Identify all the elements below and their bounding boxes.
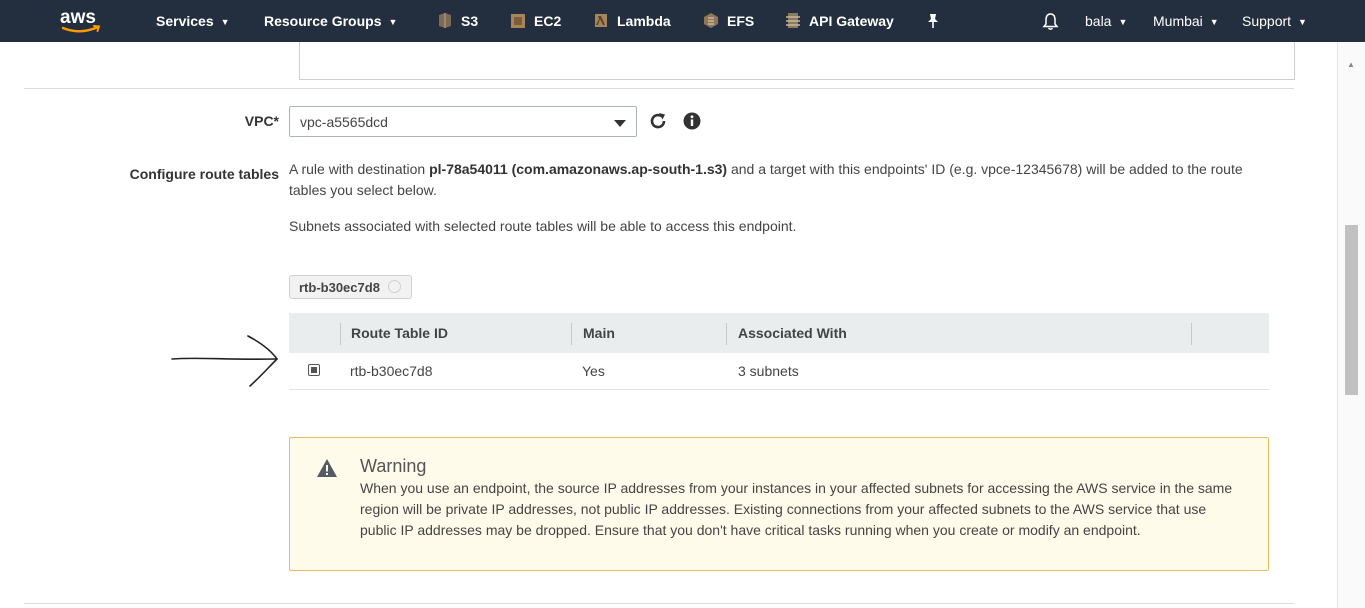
warning-title: Warning (360, 456, 427, 476)
hand-drawn-arrow-annotation (171, 335, 279, 387)
services-label: Services (156, 13, 214, 29)
shortcut-efs[interactable]: EFS (703, 0, 754, 42)
column-header-associated-with[interactable]: Associated With (738, 313, 847, 353)
table-row[interactable]: rtb-b30ec7d8 Yes 3 subnets (289, 353, 1269, 390)
warning-icon (317, 459, 337, 477)
column-header-main[interactable]: Main (583, 313, 615, 353)
subnet-note: Subnets associated with selected route t… (289, 218, 797, 234)
user-name: bala (1085, 13, 1112, 29)
table-header: Route Table ID Main Associated With (289, 313, 1269, 353)
chevron-down-icon: ▼ (1298, 17, 1307, 27)
pin-icon[interactable] (926, 13, 940, 29)
shortcut-label: EC2 (534, 13, 562, 29)
chevron-down-icon: ▼ (220, 17, 230, 27)
chip-label: rtb-b30ec7d8 (299, 280, 380, 295)
support-menu[interactable]: Support ▼ (1242, 0, 1307, 42)
lambda-icon (595, 14, 607, 27)
section-divider (24, 603, 1294, 604)
top-navigation-bar: aws Services ▼ Resource Groups ▼ S3 EC2 La… (0, 0, 1365, 42)
description-prefix: A rule with destination (289, 161, 430, 177)
previous-field-box (299, 42, 1295, 80)
svg-text:aws: aws (60, 7, 96, 28)
section-divider (24, 88, 1294, 89)
selected-route-table-chip: rtb-b30ec7d8 (289, 275, 412, 299)
region-name: Mumbai (1153, 13, 1203, 29)
remove-chip-icon[interactable] (387, 280, 401, 293)
ec2-icon (511, 14, 525, 28)
chevron-down-icon: ▼ (388, 17, 398, 27)
region-menu[interactable]: Mumbai ▼ (1153, 0, 1219, 42)
column-divider (340, 323, 341, 345)
route-rule-description: A rule with destination pl-78a54011 (com… (289, 159, 1249, 201)
aws-logo[interactable]: aws (58, 6, 104, 36)
shortcut-s3[interactable]: S3 (437, 0, 478, 42)
route-table-id-cell: rtb-b30ec7d8 (350, 363, 433, 379)
bell-icon[interactable] (1042, 12, 1059, 31)
s3-icon (439, 13, 451, 28)
vpc-select[interactable]: vpc-a5565dcd (289, 106, 637, 137)
api-gateway-icon (786, 13, 800, 28)
route-tables-label: Configure route tables (129, 166, 279, 182)
column-divider (571, 323, 572, 345)
shortcut-ec2[interactable]: EC2 (510, 0, 561, 42)
shortcut-lambda[interactable]: Lambda (593, 0, 671, 42)
shortcut-label: EFS (727, 13, 755, 29)
shortcut-label: S3 (461, 13, 479, 29)
main-cell: Yes (582, 363, 605, 379)
vpc-selected-value: vpc-a5565dcd (300, 114, 388, 130)
user-menu[interactable]: bala ▼ (1085, 0, 1127, 42)
shortcut-label: Lambda (617, 13, 671, 29)
info-icon[interactable] (682, 111, 702, 131)
support-label: Support (1242, 13, 1292, 29)
warning-alert: Warning When you use an endpoint, the so… (289, 437, 1269, 571)
column-header-route-table-id[interactable]: Route Table ID (351, 313, 448, 353)
warning-text: When you use an endpoint, the source IP … (360, 480, 1233, 538)
shortcut-label: API Gateway (809, 13, 894, 29)
scrollbar-track (1337, 42, 1338, 608)
chevron-down-icon (614, 120, 626, 127)
scrollbar-thumb[interactable] (1345, 225, 1358, 395)
shortcut-api-gateway[interactable]: API Gateway (785, 0, 894, 42)
column-divider (726, 323, 727, 345)
refresh-icon[interactable] (648, 111, 668, 131)
efs-icon (704, 13, 718, 28)
associated-with-cell: 3 subnets (738, 363, 799, 379)
vpc-label: VPC* (244, 113, 279, 129)
vertical-scrollbar[interactable]: ▲ (1337, 42, 1365, 608)
resource-groups-label: Resource Groups (264, 13, 382, 29)
scroll-up-arrow-icon[interactable]: ▲ (1347, 60, 1355, 69)
prefix-list-id: pl-78a54011 (com.amazonaws.ap-south-1.s3… (429, 161, 728, 177)
services-menu[interactable]: Services ▼ (156, 0, 230, 42)
column-divider (1191, 323, 1192, 345)
chevron-down-icon: ▼ (1209, 17, 1219, 27)
chevron-down-icon: ▼ (1118, 17, 1128, 27)
resource-groups-menu[interactable]: Resource Groups ▼ (264, 0, 397, 42)
row-checkbox[interactable] (308, 364, 320, 376)
